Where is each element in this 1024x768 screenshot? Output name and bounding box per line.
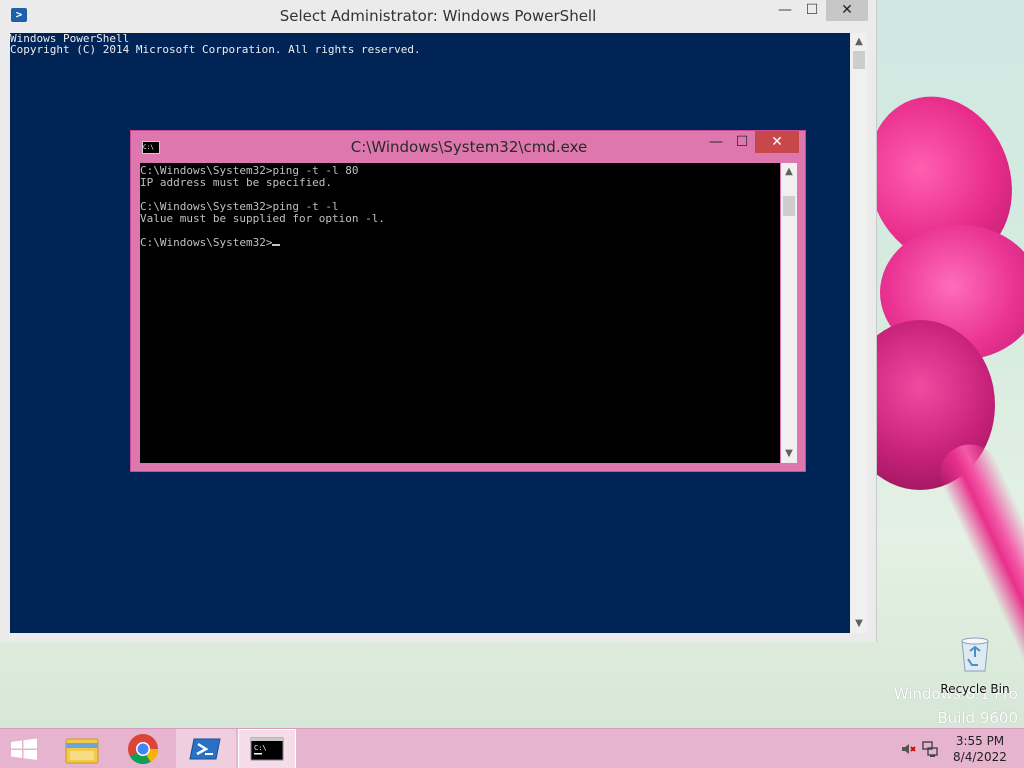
network-icon[interactable]	[921, 740, 939, 758]
powershell-titlebar[interactable]: > Select Administrator: Windows PowerShe…	[0, 0, 876, 32]
taskbar-cmd[interactable]: C:\	[238, 729, 296, 768]
scrollbar-thumb[interactable]	[853, 51, 865, 69]
recycle-bin-shortcut[interactable]: Recycle Bin	[940, 630, 1010, 700]
taskbar: C:\ 3:55 PM 8/4/2022	[0, 728, 1024, 768]
powershell-maximize-button[interactable]: ☐	[799, 0, 825, 21]
scroll-up-icon[interactable]: ▲	[781, 166, 797, 177]
cmd-scrollbar[interactable]: ▲ ▼	[781, 163, 797, 463]
scroll-down-icon[interactable]: ▼	[781, 448, 797, 459]
powershell-window-title: Select Administrator: Windows PowerShell	[279, 7, 597, 25]
powershell-minimize-button[interactable]: —	[772, 0, 798, 21]
console-line: Copyright (C) 2014 Microsoft Corporation…	[10, 43, 421, 56]
svg-text:C:\: C:\	[254, 744, 267, 752]
system-tray: 3:55 PM 8/4/2022	[895, 729, 1020, 768]
windows-build-watermark: Build 9600	[937, 709, 1018, 727]
cmd-close-button[interactable]: ✕	[755, 131, 799, 153]
powershell-icon	[189, 738, 221, 760]
console-line: Value must be supplied for option -l.	[140, 212, 386, 225]
file-explorer-icon	[65, 738, 99, 764]
cmd-console[interactable]: C:\Windows\System32>ping -t -l 80 IP add…	[140, 163, 780, 463]
console-prompt-line: C:\Windows\System32>	[140, 236, 281, 249]
console-line: IP address must be specified.	[140, 176, 333, 189]
scroll-up-icon[interactable]: ▲	[851, 36, 867, 47]
recycle-bin-icon	[961, 637, 989, 672]
recycle-bin-label: Recycle Bin	[940, 682, 1010, 696]
scroll-down-icon[interactable]: ▼	[851, 618, 867, 629]
chrome-icon	[128, 734, 158, 765]
start-button[interactable]	[0, 729, 58, 768]
clock-time[interactable]: 3:55 PM	[940, 734, 1020, 748]
cmd-maximize-button[interactable]: ☐	[729, 131, 755, 153]
powershell-scrollbar[interactable]: ▲ ▼	[851, 33, 867, 633]
desktop: Windows 8.1 Pro Build 9600 Recycle Bin >…	[0, 0, 1024, 768]
cmd-icon: C:\	[250, 737, 284, 761]
taskbar-chrome[interactable]	[114, 729, 172, 768]
taskbar-file-explorer[interactable]	[54, 729, 112, 768]
scrollbar-thumb[interactable]	[783, 196, 795, 216]
start-icon	[11, 738, 37, 760]
taskbar-powershell[interactable]	[176, 729, 236, 768]
volume-muted-icon[interactable]	[900, 741, 916, 757]
text-cursor	[272, 244, 281, 246]
console-prompt: C:\Windows\System32>	[140, 236, 273, 249]
clock-date[interactable]: 8/4/2022	[940, 750, 1020, 764]
cmd-minimize-button[interactable]: —	[703, 131, 729, 153]
cmd-window[interactable]: C:\ C:\Windows\System32\cmd.exe — ☐ ✕ C:…	[130, 130, 806, 472]
powershell-close-button[interactable]: ✕	[826, 0, 868, 21]
